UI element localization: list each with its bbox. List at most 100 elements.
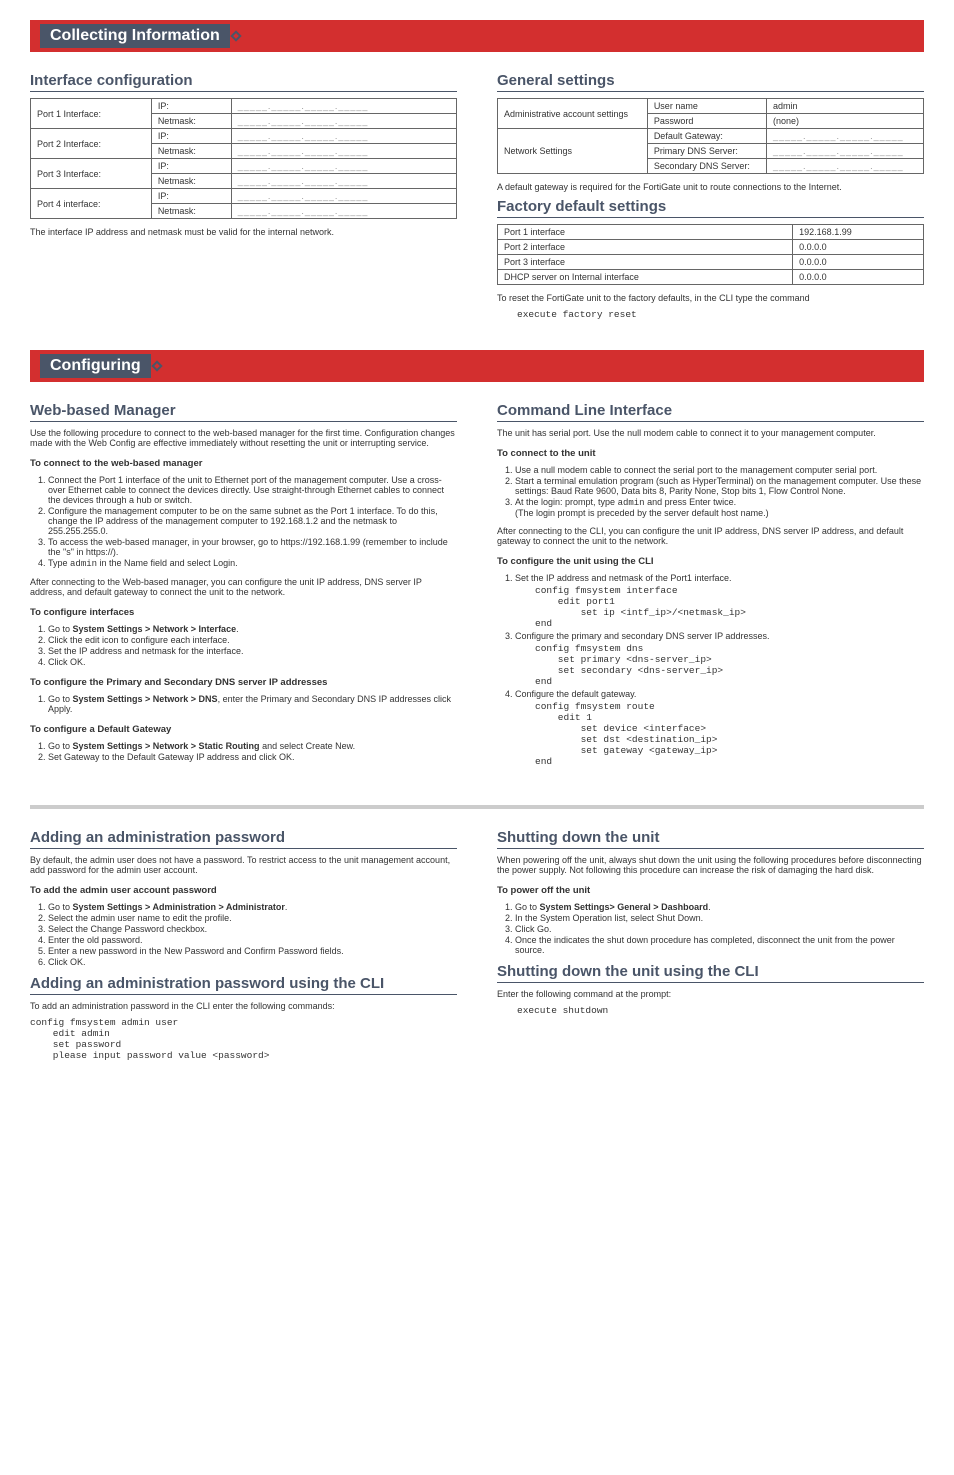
cell: _____._____._____._____ [231,159,456,174]
list-item: Configure the management computer to be … [48,506,457,536]
cell: Network Settings [498,129,648,174]
admin-intro: By default, the admin user does not have… [30,855,457,875]
cli-steps-1: Use a null modem cable to connect the se… [515,465,924,518]
cli-h2: To configure the unit using the CLI [497,556,924,567]
cell: Port 2 Interface: [31,129,152,159]
cli-title: Command Line Interface [497,402,924,422]
cell: Port 1 Interface: [31,99,152,129]
cell: 0.0.0.0 [793,270,924,285]
admin-title: Adding an administration password [30,829,457,849]
web-steps-4: Go to System Settings > Network > Static… [48,741,457,762]
general-note: A default gateway is required for the Fo… [497,182,924,192]
web-intro: Use the following procedure to connect t… [30,428,457,448]
web-h4: To configure a Default Gateway [30,724,457,735]
section-bar-collecting: Collecting Information [30,20,924,52]
list-item: Click the edit icon to configure each in… [48,635,457,645]
bottom-columns: Adding an administration password By def… [30,829,924,1063]
cell: _____._____._____._____ [231,144,456,159]
web-h3: To configure the Primary and Secondary D… [30,677,457,688]
interface-note: The interface IP address and netmask mus… [30,227,457,237]
list-item: Click OK. [48,657,457,667]
diamond-icon [151,360,162,371]
cell: DHCP server on Internal interface [498,270,793,285]
list-item: Configure the default gateway. config fm… [515,689,924,767]
list-item: In the System Operation list, select Shu… [515,913,924,923]
shut-title2: Shutting down the unit using the CLI [497,963,924,983]
cell: _____._____._____._____ [231,99,456,114]
cli-col: Command Line Interface The unit has seri… [497,402,924,775]
cli-steps-2: Set the IP address and netmask of the Po… [515,573,924,767]
cell: _____._____._____._____ [231,174,456,189]
list-item: Type admin in the Name field and select … [48,558,457,569]
web-col: Web-based Manager Use the following proc… [30,402,457,775]
cell: IP: [151,129,231,144]
shut-col: Shutting down the unit When powering off… [497,829,924,1063]
admin-steps: Go to System Settings > Administration >… [48,902,457,967]
factory-note: To reset the FortiGate unit to the facto… [497,293,924,303]
list-item: Set the IP address and netmask for the i… [48,646,457,656]
cell: IP: [151,99,231,114]
cell: _____._____._____._____ [231,114,456,129]
general-settings-title: General settings [497,72,924,92]
code-block: config fmsystem interface edit port1 set… [535,585,924,629]
factory-table: Port 1 interface192.168.1.99 Port 2 inte… [497,224,924,285]
top-columns: Interface configuration Port 1 Interface… [30,72,924,322]
cell: Port 4 interface: [31,189,152,219]
diamond-icon [230,30,241,41]
admin-intro2: To add an administration password in the… [30,1001,457,1011]
list-item: Use a null modem cable to connect the se… [515,465,924,475]
list-item: Start a terminal emulation program (such… [515,476,924,496]
shut-intro2: Enter the following command at the promp… [497,989,924,999]
web-steps-3: Go to System Settings > Network > DNS, e… [48,694,457,714]
code-block: config fmsystem dns set primary <dns-ser… [535,643,924,687]
list-item: Go to System Settings > Network > DNS, e… [48,694,457,714]
cell: Port 2 interface [498,240,793,255]
cell: _____._____._____._____ [767,129,924,144]
list-item: Select the admin user name to edit the p… [48,913,457,923]
list-item: Enter the old password. [48,935,457,945]
cell: Netmask: [151,204,231,219]
cell: _____._____._____._____ [231,204,456,219]
cell: IP: [151,189,231,204]
list-item: Go to System Settings> General > Dashboa… [515,902,924,912]
cell: Netmask: [151,114,231,129]
cell: admin [767,99,924,114]
cell: _____._____._____._____ [231,129,456,144]
cell: Password [647,114,766,129]
list-item: To access the web-based manager, in your… [48,537,457,557]
factory-cmd: execute factory reset [517,309,924,320]
interface-config-title: Interface configuration [30,72,457,92]
cell: 0.0.0.0 [793,240,924,255]
list-item: At the login: prompt, type admin and pre… [515,497,924,518]
section-bar-label: Collecting Information [40,24,230,48]
col-right: General settings Administrative account … [497,72,924,322]
list-item: Set Gateway to the Default Gateway IP ad… [48,752,457,762]
cell: IP: [151,159,231,174]
admin-h1: To add the admin user account password [30,885,457,896]
cell: (none) [767,114,924,129]
admin-code: config fmsystem admin user edit admin se… [30,1017,457,1061]
list-item: Go to System Settings > Network > Interf… [48,624,457,634]
cell: 192.168.1.99 [793,225,924,240]
list-item: Select the Change Password checkbox. [48,924,457,934]
web-h2: To configure interfaces [30,607,457,618]
list-item: Click OK. [48,957,457,967]
web-post1: After connecting to the Web-based manage… [30,577,457,597]
web-title: Web-based Manager [30,402,457,422]
cli-post1: After connecting to the CLI, you can con… [497,526,924,546]
list-item: Click Go. [515,924,924,934]
section-bar-configuring: Configuring [30,350,924,382]
cell: Secondary DNS Server: [647,159,766,174]
list-item: Go to System Settings > Network > Static… [48,741,457,751]
col-left: Interface configuration Port 1 Interface… [30,72,457,322]
cell: Port 1 interface [498,225,793,240]
cli-h1: To connect to the unit [497,448,924,459]
shut-title: Shutting down the unit [497,829,924,849]
list-item: Connect the Port 1 interface of the unit… [48,475,457,505]
cell: Primary DNS Server: [647,144,766,159]
interface-config-table: Port 1 Interface:IP:_____._____._____.__… [30,98,457,219]
cell: 0.0.0.0 [793,255,924,270]
list-item: Set the IP address and netmask of the Po… [515,573,924,629]
list-item: Configure the primary and secondary DNS … [515,631,924,687]
shut-h1: To power off the unit [497,885,924,896]
